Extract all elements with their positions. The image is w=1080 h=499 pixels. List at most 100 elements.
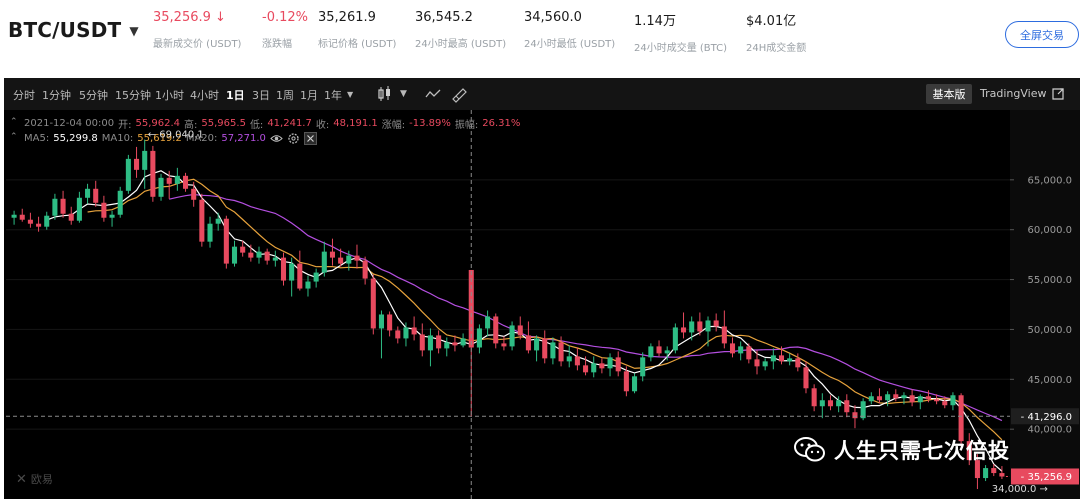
stat-24h-volume: 1.14万 24小时成交量 (BTC) [634,10,727,54]
timeframe-3d[interactable]: 3日 [252,87,270,103]
candle-body [436,335,442,349]
candle-body [362,260,368,279]
candle-body [109,214,115,218]
caret-down-icon[interactable]: ▼ [129,24,138,38]
candle-body [68,213,74,221]
candle-body [656,346,662,354]
candle-body [501,343,507,347]
candle-body [215,218,221,224]
candle-body [762,361,768,367]
candle-body [142,150,148,170]
turnover-24h-label: 24H成交金额 [746,43,807,54]
timeframe-1d[interactable]: 1日 [226,87,245,103]
candle-body [787,358,793,362]
candle-body [917,396,923,403]
candle-body [85,188,91,198]
y-tick-label: 65,000.0 [1027,175,1072,186]
candle-body [525,335,531,351]
candle-body [150,150,156,197]
candle-body [101,202,107,218]
candle-body [607,357,613,369]
chart-type-caret-icon[interactable]: ▼ [400,89,407,99]
candle-body [885,394,891,401]
candle-body [893,394,899,399]
candle-body [354,255,360,261]
last-price-value: 35,256.9 ↓ [153,10,226,25]
candle-body [909,395,915,403]
candle-body [60,198,66,214]
ticker-header: BTC/USDT ▼ 35,256.9 ↓ 最新成交价 (USDT) -0.12… [0,0,1080,62]
timeframe-tick[interactable]: 分时 [13,87,35,103]
candle-body [19,214,25,220]
candle-body [207,223,213,242]
candle-type-icon[interactable] [376,84,394,104]
volume-24h-label: 24小时成交量 (BTC) [634,43,728,54]
candle-body [346,255,352,264]
timeframe-caret-icon[interactable]: ▼ [347,90,353,99]
stat-24h-high: 36,545.2 24小时最高 (USDT) [415,10,506,50]
candle-body [868,396,874,402]
view-basic-button[interactable]: 基本版 [926,84,972,104]
timeframe-1w[interactable]: 1周 [276,87,294,103]
candle-body [452,342,458,346]
volume-24h-value: 1.14万 [634,14,676,29]
pair-selector[interactable]: BTC/USDT ▼ [8,18,139,42]
high-marker-label: ← 69,040.1 [148,130,204,141]
candle-body [599,363,605,369]
candle-body [387,314,393,331]
pair-name: BTC/USDT [8,18,122,42]
candle-body [811,388,817,407]
candle-body [844,400,850,413]
candle-body [321,251,327,273]
wechat-icon [794,437,825,462]
candle-body [460,338,466,346]
timeframe-1m[interactable]: 1分钟 [42,87,71,103]
timeframe-1y[interactable]: 1年 [324,87,342,103]
candle-body [689,321,695,333]
ma20-line [169,193,1003,422]
candle-body [950,395,956,406]
stat-24h-low: 34,560.0 24小时最低 (USDT) [524,10,615,50]
candle-body [754,359,760,367]
wechat-watermark: 人生只需七次倍投 [794,435,1010,465]
low-24h-label: 24小时最低 (USDT) [524,39,616,50]
low-marker-label: 34,000.0 → [992,484,1048,495]
candle-body [876,396,882,401]
candle-body [264,251,270,261]
candle-body [819,400,825,407]
fullscreen-trade-button[interactable]: 全屏交易 [1005,21,1079,48]
candle-body [329,251,336,258]
candle-body [191,188,197,200]
stat-last-price: 35,256.9 ↓ 最新成交价 (USDT) [153,10,241,50]
candle-body [411,327,417,335]
mark-price-value: 35,261.9 [318,10,376,25]
candle-body [672,327,678,351]
candle-body [297,263,303,289]
crosshair-price-label: - 41,296.0 [1021,412,1072,423]
timeframe-5m[interactable]: 5分钟 [79,87,108,103]
candle-body [231,246,238,264]
timeframe-4h[interactable]: 4小时 [190,87,219,103]
expand-icon[interactable] [1050,85,1066,103]
timeframe-15m[interactable]: 15分钟 [115,87,151,103]
candle-body [256,251,262,258]
y-tick-label: 45,000.0 [1027,375,1072,386]
chart-toolbar: 分时 1分钟 5分钟 15分钟 1小时 4小时 1日 3日 1周 1月 1年 ▼… [4,78,1080,110]
view-tradingview-button[interactable]: TradingView [980,87,1046,100]
candle-body [27,219,33,224]
candle-body [117,190,123,215]
candle-body [289,263,295,281]
indicator-line-icon[interactable] [424,84,442,104]
timeframe-1h[interactable]: 1小时 [155,87,184,103]
timeframe-1mo[interactable]: 1月 [300,87,318,103]
chart-panel: 分时 1分钟 5分钟 15分钟 1小时 4小时 1日 3日 1周 1月 1年 ▼… [4,78,1080,499]
ma5-line [46,170,1003,472]
candle-body [476,328,482,348]
candle-body [11,214,17,218]
candle-body [803,367,809,389]
okx-logo-icon: ✕ [16,471,27,487]
candle-body [182,175,189,189]
candle-body [697,321,703,332]
candle-body [746,346,752,360]
draw-tool-icon[interactable] [450,84,468,104]
